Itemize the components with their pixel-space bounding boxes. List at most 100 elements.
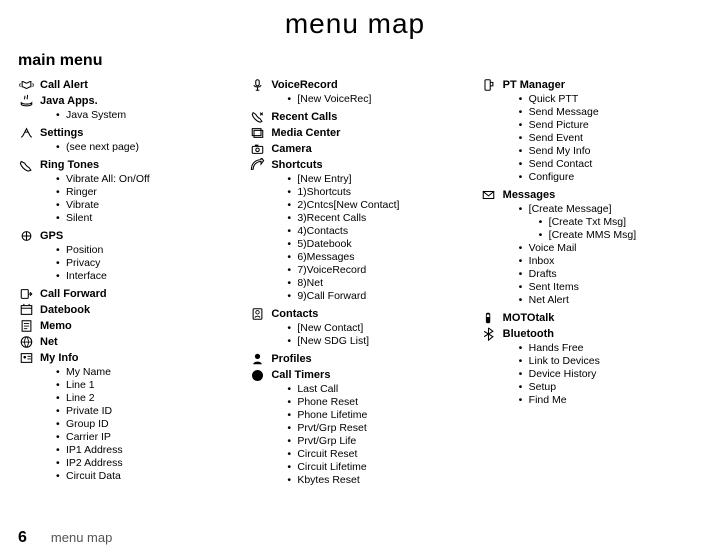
submenu: Hands FreeLink to DevicesDevice HistoryS… bbox=[503, 342, 692, 407]
submenu-item: [Create MMS Msg] bbox=[539, 229, 692, 242]
profiles-icon bbox=[249, 352, 265, 366]
submenu-item: 8)Net bbox=[287, 277, 460, 290]
net-icon bbox=[18, 335, 34, 349]
menu-item-label: Call Forward bbox=[40, 287, 229, 301]
submenu-item: Send Picture bbox=[519, 119, 692, 132]
memo-icon bbox=[18, 319, 34, 333]
submenu-item: Carrier IP bbox=[56, 431, 229, 444]
submenu: (see next page) bbox=[40, 141, 229, 154]
submenu: [Create Message][Create Txt Msg][Create … bbox=[503, 203, 692, 307]
submenu: Last CallPhone ResetPhone LifetimePrvt/G… bbox=[271, 383, 460, 487]
submenu-item: [New Contact] bbox=[287, 322, 460, 335]
menu-item-label: Recent Calls bbox=[271, 110, 460, 124]
submenu-item: 6)Messages bbox=[287, 251, 460, 264]
menu-item-body: My InfoMy NameLine 1Line 2Private IDGrou… bbox=[40, 351, 229, 485]
menu-item-label: GPS bbox=[40, 229, 229, 243]
submenu-item: IP1 Address bbox=[56, 444, 229, 457]
section-heading: main menu bbox=[18, 52, 692, 70]
submenu-item: Net Alert bbox=[519, 294, 692, 307]
footer-text: menu map bbox=[51, 530, 112, 545]
submenu-item: Send My Info bbox=[519, 145, 692, 158]
submenu-item: 3)Recent Calls bbox=[287, 212, 460, 225]
submenu-item: Setup bbox=[519, 381, 692, 394]
camera-icon bbox=[249, 142, 265, 156]
menu-item-body: Recent Calls bbox=[271, 110, 460, 124]
menu-item: GPSPositionPrivacyInterface bbox=[18, 229, 229, 285]
menu-item-label: Java Apps. bbox=[40, 94, 229, 108]
menu-item-body: Camera bbox=[271, 142, 460, 156]
voice-icon bbox=[249, 78, 265, 92]
submenu-item: Position bbox=[56, 244, 229, 257]
menu-item-body: Settings(see next page) bbox=[40, 126, 229, 156]
menu-item-label: My Info bbox=[40, 351, 229, 365]
submenu: [New Entry]1)Shortcuts2)Cntcs[New Contac… bbox=[271, 173, 460, 303]
mototalk-icon bbox=[481, 311, 497, 325]
menu-item-label: Settings bbox=[40, 126, 229, 140]
submenu: My NameLine 1Line 2Private IDGroup IDCar… bbox=[40, 366, 229, 483]
alert-icon bbox=[18, 78, 34, 92]
menu-item-body: GPSPositionPrivacyInterface bbox=[40, 229, 229, 285]
ptmgr-icon bbox=[481, 78, 497, 92]
timers-icon bbox=[249, 368, 265, 382]
menu-item-label: Bluetooth bbox=[503, 327, 692, 341]
menu-item-label: Messages bbox=[503, 188, 692, 202]
submenu-item: My Name bbox=[56, 366, 229, 379]
submenu-item: Prvt/Grp Reset bbox=[287, 422, 460, 435]
menu-columns: Call AlertJava Apps.Java SystemSettings(… bbox=[18, 78, 692, 491]
submenu-item: Find Me bbox=[519, 394, 692, 407]
menu-item: Call TimersLast CallPhone ResetPhone Lif… bbox=[249, 368, 460, 489]
menu-item-body: Call Forward bbox=[40, 287, 229, 301]
submenu-item: Ringer bbox=[56, 186, 229, 199]
submenu-item: Link to Devices bbox=[519, 355, 692, 368]
submenu-item: Privacy bbox=[56, 257, 229, 270]
recent-icon bbox=[249, 110, 265, 124]
menu-item-body: Net bbox=[40, 335, 229, 349]
gps-icon bbox=[18, 229, 34, 243]
submenu-item: Phone Lifetime bbox=[287, 409, 460, 422]
menu-item: Shortcuts[New Entry]1)Shortcuts2)Cntcs[N… bbox=[249, 158, 460, 305]
submenu-item: [New Entry] bbox=[287, 173, 460, 186]
menu-item: Camera bbox=[249, 142, 460, 156]
menu-item-label: PT Manager bbox=[503, 78, 692, 92]
page-title: menu map bbox=[18, 8, 692, 40]
submenu: Java System bbox=[40, 109, 229, 122]
submenu-item: Line 2 bbox=[56, 392, 229, 405]
submenu-level2: [Create Txt Msg][Create MMS Msg] bbox=[529, 216, 692, 242]
submenu-item: Kbytes Reset bbox=[287, 474, 460, 487]
submenu-item: Drafts bbox=[519, 268, 692, 281]
menu-item: MOTOtalk bbox=[481, 311, 692, 325]
submenu-item: Phone Reset bbox=[287, 396, 460, 409]
menu-item-label: VoiceRecord bbox=[271, 78, 460, 92]
submenu-item: 2)Cntcs[New Contact] bbox=[287, 199, 460, 212]
submenu-item: Send Message bbox=[519, 106, 692, 119]
page-number: 6 bbox=[18, 529, 27, 547]
submenu-item: Circuit Data bbox=[56, 470, 229, 483]
menu-item: PT ManagerQuick PTTSend MessageSend Pict… bbox=[481, 78, 692, 186]
submenu-item: Inbox bbox=[519, 255, 692, 268]
menu-item: Recent Calls bbox=[249, 110, 460, 124]
menu-item-label: Media Center bbox=[271, 126, 460, 140]
submenu: [New VoiceRec] bbox=[271, 93, 460, 106]
submenu: [New Contact][New SDG List] bbox=[271, 322, 460, 348]
menu-item-label: Contacts bbox=[271, 307, 460, 321]
menu-item-body: Memo bbox=[40, 319, 229, 333]
submenu-item: Send Event bbox=[519, 132, 692, 145]
submenu-item: Prvt/Grp Life bbox=[287, 435, 460, 448]
submenu-item: 9)Call Forward bbox=[287, 290, 460, 303]
messages-icon bbox=[481, 188, 497, 202]
submenu-item: 7)VoiceRecord bbox=[287, 264, 460, 277]
submenu-item: Interface bbox=[56, 270, 229, 283]
submenu-item: [New SDG List] bbox=[287, 335, 460, 348]
submenu-item: [Create Message][Create Txt Msg][Create … bbox=[519, 203, 692, 242]
submenu-item: Vibrate bbox=[56, 199, 229, 212]
forward-icon bbox=[18, 287, 34, 301]
menu-item: Java Apps.Java System bbox=[18, 94, 229, 124]
menu-item-label: Shortcuts bbox=[271, 158, 460, 172]
menu-item-body: Datebook bbox=[40, 303, 229, 317]
submenu-item: 1)Shortcuts bbox=[287, 186, 460, 199]
submenu-item: Line 1 bbox=[56, 379, 229, 392]
submenu-item: Private ID bbox=[56, 405, 229, 418]
menu-item-body: PT ManagerQuick PTTSend MessageSend Pict… bbox=[503, 78, 692, 186]
submenu-item: [New VoiceRec] bbox=[287, 93, 460, 106]
bluetooth-icon bbox=[481, 327, 497, 341]
